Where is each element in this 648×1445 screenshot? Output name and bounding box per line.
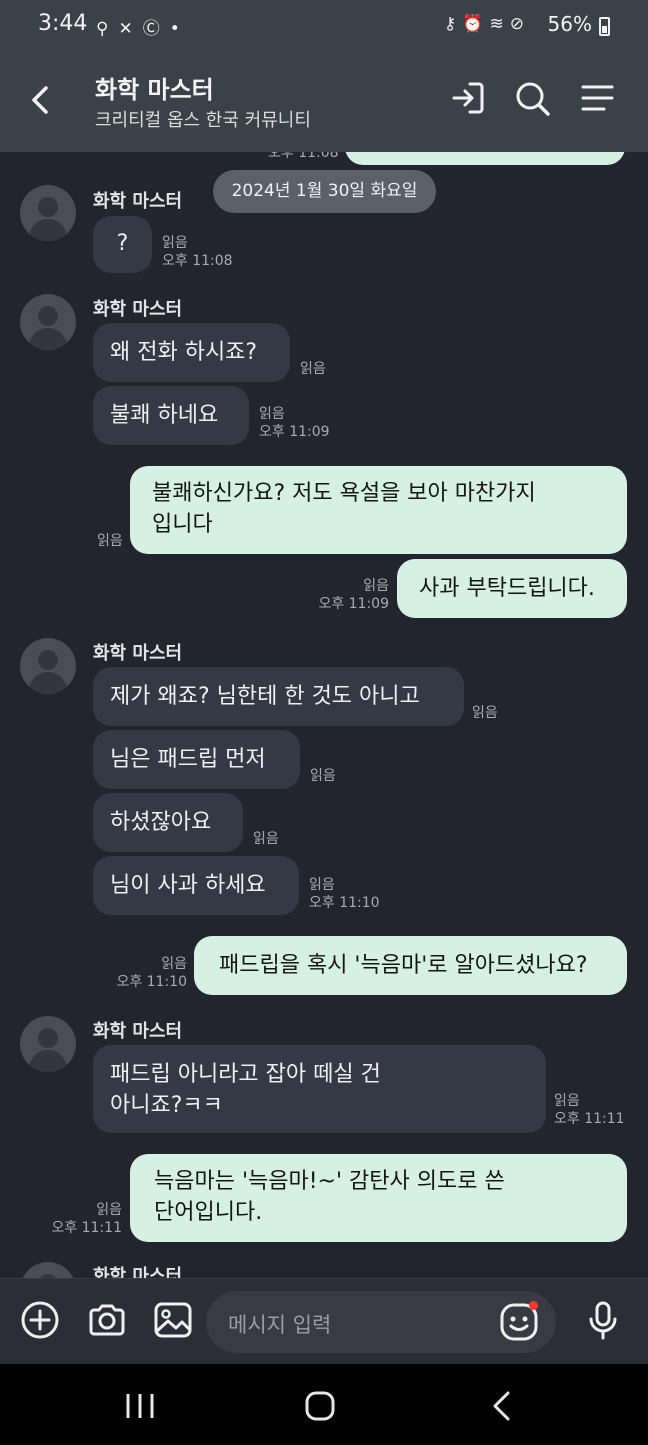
read-receipt: 읽음 (253, 831, 279, 847)
status-time: 3:44 (38, 11, 88, 36)
key-icon: ⚷ (443, 14, 463, 34)
outgoing-message[interactable]: 패드립을 혹시 '늑음마'로 알아드셨나요? (194, 936, 627, 995)
system-nav-bar (0, 1364, 648, 1445)
back-icon[interactable] (22, 80, 62, 120)
camera-icon[interactable] (86, 1299, 128, 1341)
message-input-placeholder: 메시지 입력 (228, 1313, 332, 1337)
gallery-icon[interactable] (152, 1299, 194, 1341)
message-list[interactable]: 오후 11:08 2024년 1월 30일 화요일 화학 마스터 ? 읽음 오후… (0, 152, 648, 1278)
sender-name: 화학 마스터 (93, 1266, 183, 1278)
chat-title[interactable]: 화학 마스터 (95, 70, 214, 105)
read-receipt: 읽음 (259, 406, 285, 422)
recents-icon[interactable] (120, 1386, 160, 1426)
read-receipt: 읽음 (554, 1093, 580, 1109)
sender-name: 화학 마스터 (93, 299, 183, 320)
message-time: 오후 11:09 (259, 424, 330, 440)
message-time: 오후 11:11 (554, 1111, 625, 1127)
avatar[interactable] (20, 185, 76, 241)
status-left-icons: ⚲✕Ⓒ• (96, 14, 190, 39)
read-receipt: 읽음 (472, 705, 498, 721)
exit-icon[interactable] (448, 78, 488, 118)
usb-icon: ⚲ (96, 19, 119, 39)
avatar[interactable] (20, 1262, 76, 1278)
message-input-bar: 메시지 입력 (0, 1278, 648, 1364)
dot-icon: • (169, 19, 190, 39)
message-time: 오후 11:10 (116, 974, 187, 990)
outgoing-message[interactable]: 사과 부탁드립니다. (397, 559, 627, 618)
search-icon[interactable] (512, 78, 552, 118)
chat-subtitle: 크리티컬 옵스 한국 커뮤니티 (95, 110, 311, 131)
sender-name: 화학 마스터 (93, 1021, 183, 1042)
incoming-message[interactable]: 제가 왜죠? 님한테 한 것도 아니고 (93, 667, 464, 726)
message-time: 오후 11:08 (162, 253, 233, 269)
battery-percent: 56% (547, 12, 592, 36)
menu-icon[interactable] (578, 78, 618, 118)
read-receipt: 읽음 (300, 361, 326, 377)
incoming-message[interactable]: 불쾌 하네요 (93, 386, 249, 445)
message-time: 오후 11:11 (51, 1220, 122, 1236)
alarm-icon: ⏰ (462, 14, 490, 34)
message-time: 오후 11:09 (318, 596, 389, 612)
new-badge-dot (529, 1301, 538, 1310)
outgoing-message[interactable]: 불쾌하신가요? 저도 욕설을 보아 마찬가지 입니다 (130, 466, 627, 554)
back-nav-icon[interactable] (482, 1386, 522, 1426)
avatar[interactable] (20, 294, 76, 350)
incoming-message[interactable]: 하셨잖아요 (93, 793, 243, 852)
avatar[interactable] (20, 1016, 76, 1072)
chat-header: 화학 마스터 크리티컬 옵스 한국 커뮤니티 (0, 52, 648, 152)
outgoing-message[interactable]: 늑음마는 '늑음마!~' 감탄사 의도로 쓴 단어입니다. (130, 1154, 627, 1242)
c-app-icon: Ⓒ (142, 19, 170, 39)
status-right-icons: ⚷⏰≋⊘ (444, 14, 530, 34)
read-receipt: 읽음 (309, 877, 335, 893)
message-time: 오후 11:10 (309, 895, 380, 911)
incoming-message[interactable]: 님이 사과 하세요 (93, 856, 299, 915)
read-receipt: 읽음 (97, 533, 123, 549)
read-receipt: 읽음 (310, 768, 336, 784)
mute-icon: ✕ (118, 19, 143, 39)
avatar[interactable] (20, 638, 76, 694)
incoming-message[interactable]: 왜 전화 하시죠? (93, 323, 290, 382)
add-icon[interactable] (19, 1299, 61, 1341)
incoming-message[interactable]: 패드립 아니라고 잡아 떼실 건 아니죠?ㅋㅋ (93, 1045, 546, 1133)
home-icon[interactable] (300, 1386, 340, 1426)
partial-outgoing-bubble[interactable] (345, 152, 625, 165)
sender-name: 화학 마스터 (93, 643, 183, 664)
partial-message-time: 오후 11:08 (268, 152, 339, 161)
message-input[interactable]: 메시지 입력 (206, 1291, 556, 1353)
read-receipt: 읽음 (96, 1202, 122, 1218)
read-receipt: 읽음 (363, 578, 389, 594)
battery-icon (599, 17, 610, 36)
sender-name: 화학 마스터 (93, 191, 183, 212)
status-bar: 3:44 ⚲✕Ⓒ• ⚷⏰≋⊘ 56% (0, 0, 648, 52)
incoming-message[interactable]: 님은 패드립 먼저 (93, 730, 300, 789)
wifi-icon: ≋ (489, 14, 510, 34)
incoming-message[interactable]: ? (93, 216, 152, 273)
dnd-icon: ⊘ (509, 14, 530, 34)
date-separator: 2024년 1월 30일 화요일 (213, 170, 436, 213)
mic-icon[interactable] (582, 1299, 624, 1341)
read-receipt: 읽음 (162, 235, 188, 251)
read-receipt: 읽음 (161, 956, 187, 972)
